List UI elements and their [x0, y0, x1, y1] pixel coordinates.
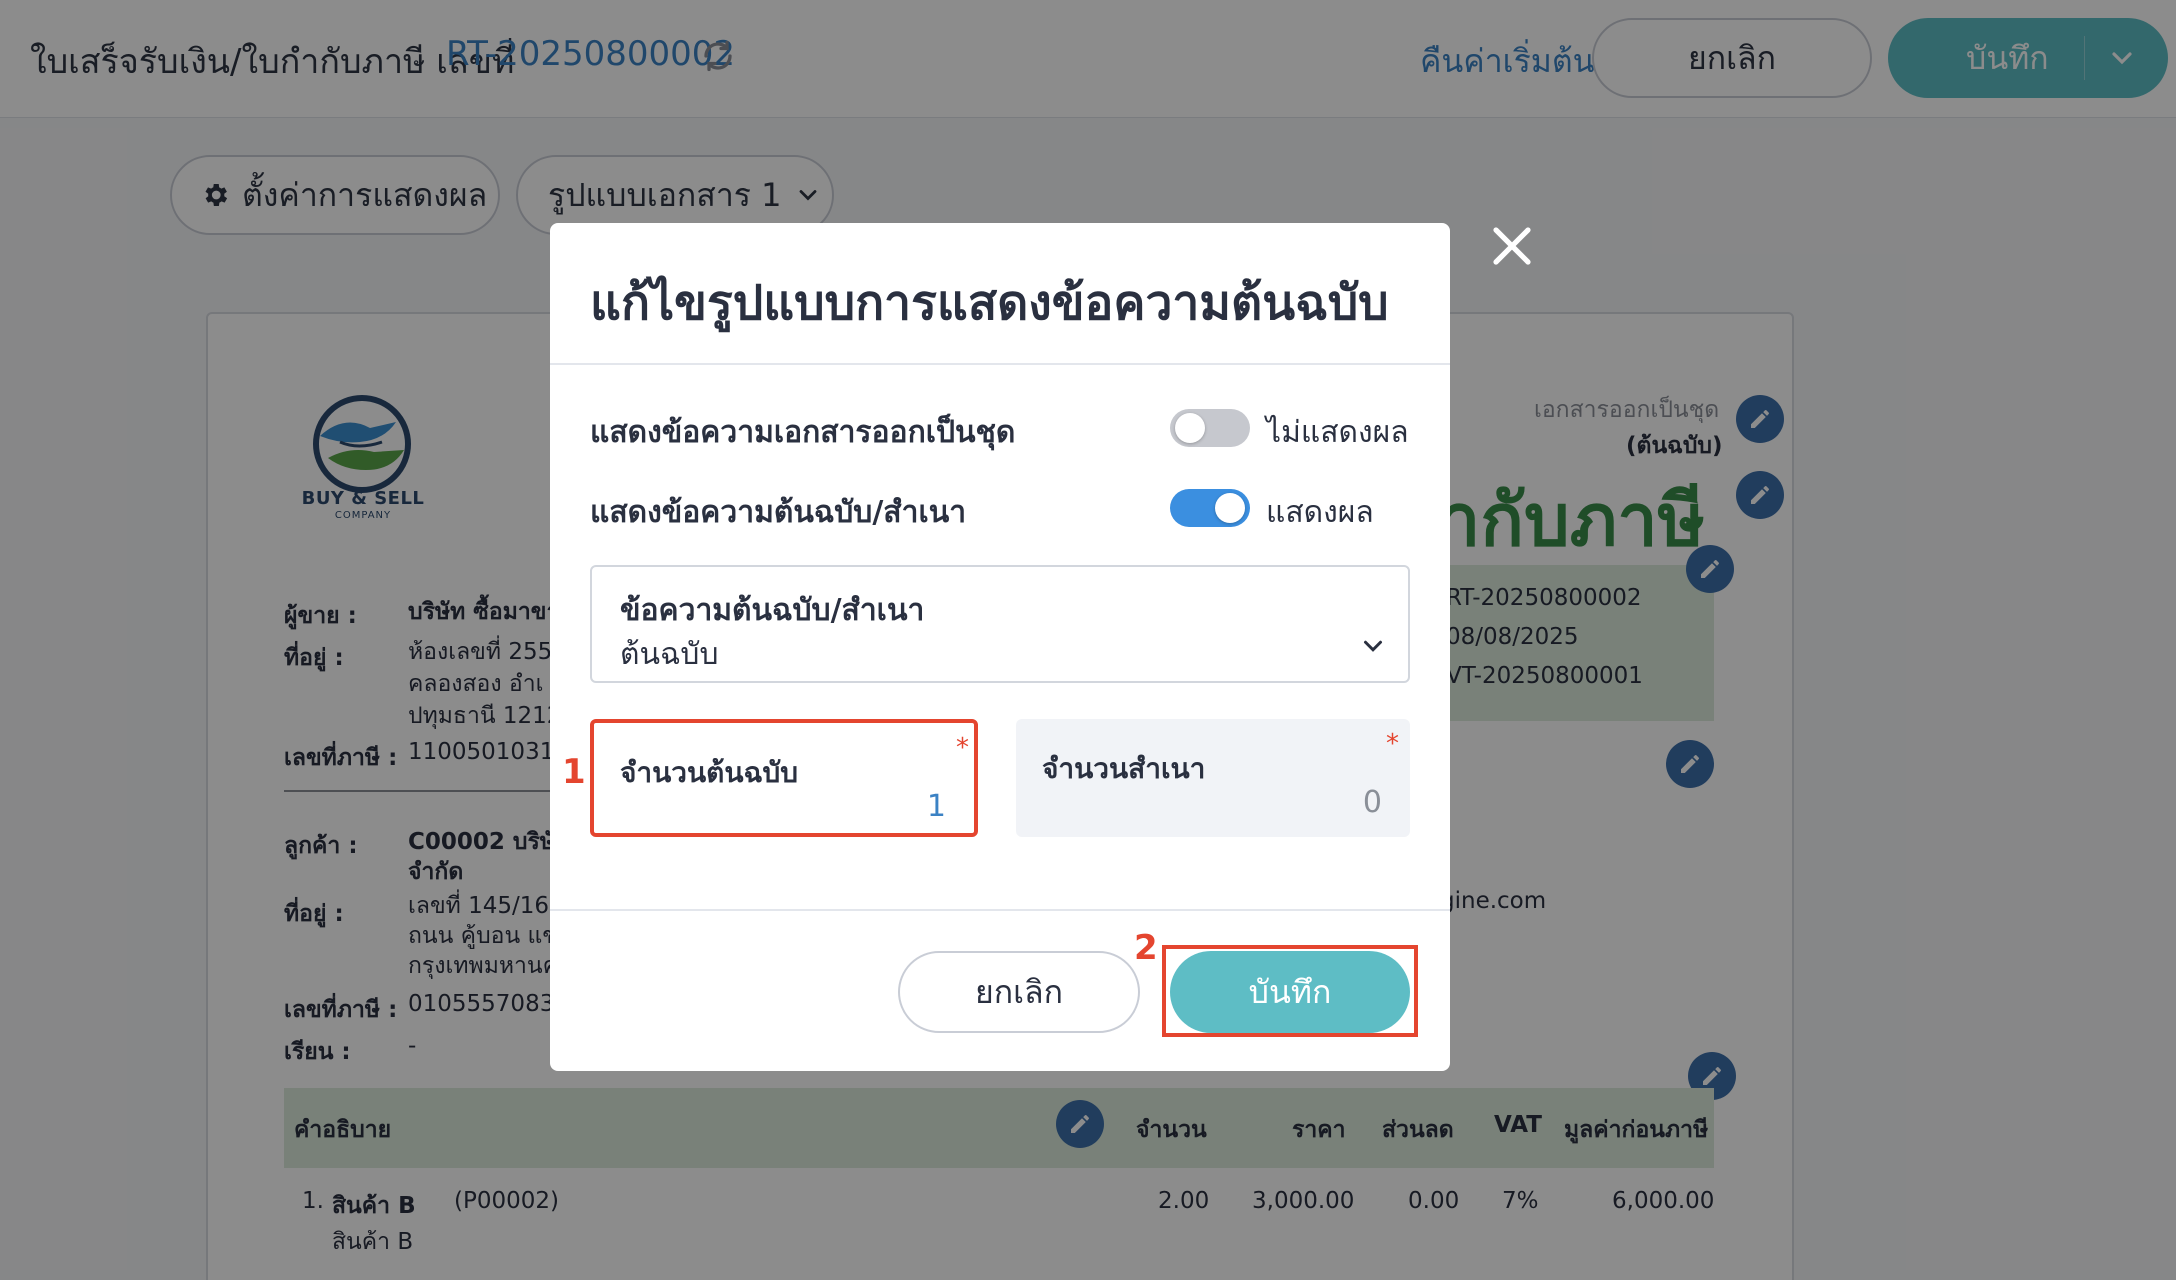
dialog-cancel-label: ยกเลิก — [974, 972, 1064, 1011]
original-copy-toggle-state: แสดงผล — [1266, 495, 1374, 530]
required-mark: * — [1386, 729, 1399, 759]
original-count-value[interactable]: 1 — [927, 789, 946, 824]
dialog-header-divider — [550, 363, 1450, 365]
copy-count-label: จำนวนสำเนา — [1042, 752, 1206, 785]
original-copy-text-select[interactable]: ข้อความต้นฉบับ/สำเนา ต้นฉบับ — [590, 565, 1410, 683]
close-icon[interactable] — [1488, 222, 1536, 270]
select-value: ต้นฉบับ — [620, 637, 719, 672]
original-copy-toggle-label: แสดงข้อความต้นฉบับ/สำเนา — [590, 495, 967, 530]
original-count-field[interactable]: จำนวนต้นฉบับ * 1 — [590, 719, 978, 837]
required-mark: * — [956, 733, 969, 763]
dialog-save-label: บันทึก — [1248, 972, 1332, 1011]
original-copy-toggle[interactable] — [1170, 489, 1250, 527]
original-count-label: จำนวนต้นฉบับ — [620, 756, 799, 789]
copy-count-field[interactable]: จำนวนสำเนา * 0 — [1016, 719, 1410, 837]
select-label: ข้อความต้นฉบับ/สำเนา — [620, 593, 925, 628]
set-document-toggle-state: ไม่แสดงผล — [1266, 415, 1409, 450]
copy-count-value[interactable]: 0 — [1363, 785, 1382, 820]
toggle-knob — [1215, 493, 1245, 523]
toggle-knob — [1175, 413, 1205, 443]
edit-original-text-dialog: แก้ไขรูปแบบการแสดงข้อความต้นฉบับ แสดงข้อ… — [550, 223, 1450, 1071]
dialog-save-button[interactable]: บันทึก — [1170, 951, 1410, 1033]
dialog-footer-divider — [550, 909, 1450, 911]
step-1-marker: 1 — [562, 752, 586, 792]
step-2-marker: 2 — [1134, 928, 1158, 968]
set-document-toggle[interactable] — [1170, 409, 1250, 447]
dialog-title: แก้ไขรูปแบบการแสดงข้อความต้นฉบับ — [590, 275, 1389, 331]
dialog-cancel-button[interactable]: ยกเลิก — [898, 951, 1140, 1033]
set-document-toggle-label: แสดงข้อความเอกสารออกเป็นชุด — [590, 415, 1016, 450]
chevron-down-icon — [1364, 640, 1382, 652]
